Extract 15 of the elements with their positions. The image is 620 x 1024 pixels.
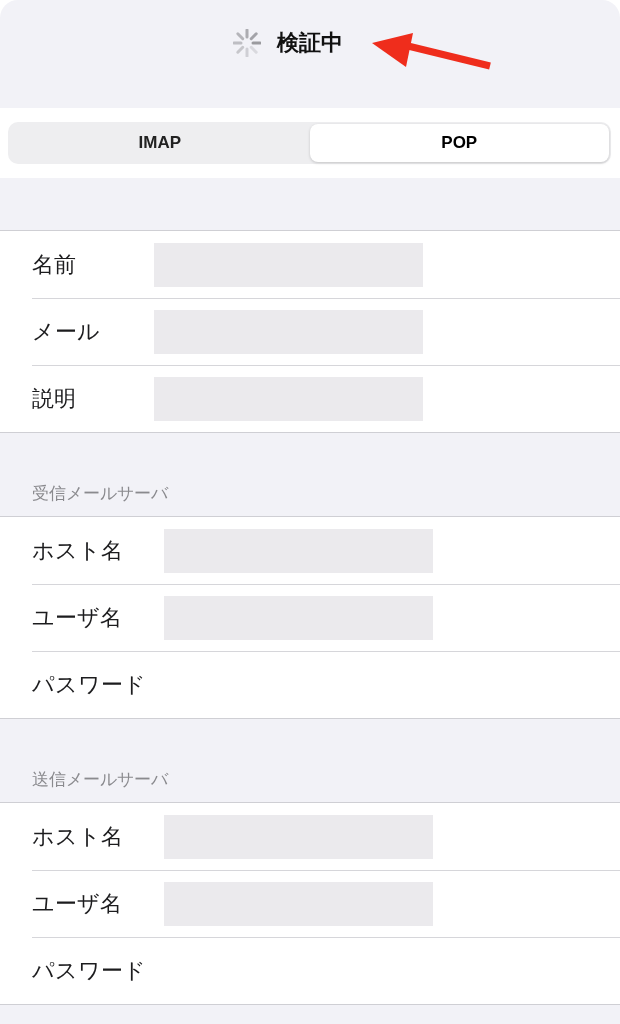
field-label: 説明 — [32, 385, 77, 413]
segment-tab[interactable]: IMAP — [10, 124, 310, 162]
section-header: 送信メールサーバ — [32, 769, 168, 791]
sheet-title: 検証中 — [277, 29, 343, 57]
field-label: パスワード — [32, 671, 147, 699]
field-label: ホスト名 — [32, 822, 124, 851]
field-label: メール — [32, 318, 101, 346]
section-header: 受信メールサーバ — [32, 483, 168, 505]
segment-tab[interactable]: POP — [309, 124, 609, 162]
field-label: ユーザ名 — [32, 890, 123, 918]
field-label: パスワード — [32, 957, 147, 985]
field-label: ユーザ名 — [32, 604, 123, 632]
field-label: 名前 — [32, 250, 77, 279]
field-label: ホスト名 — [32, 536, 124, 565]
arrow-icon — [370, 31, 494, 71]
